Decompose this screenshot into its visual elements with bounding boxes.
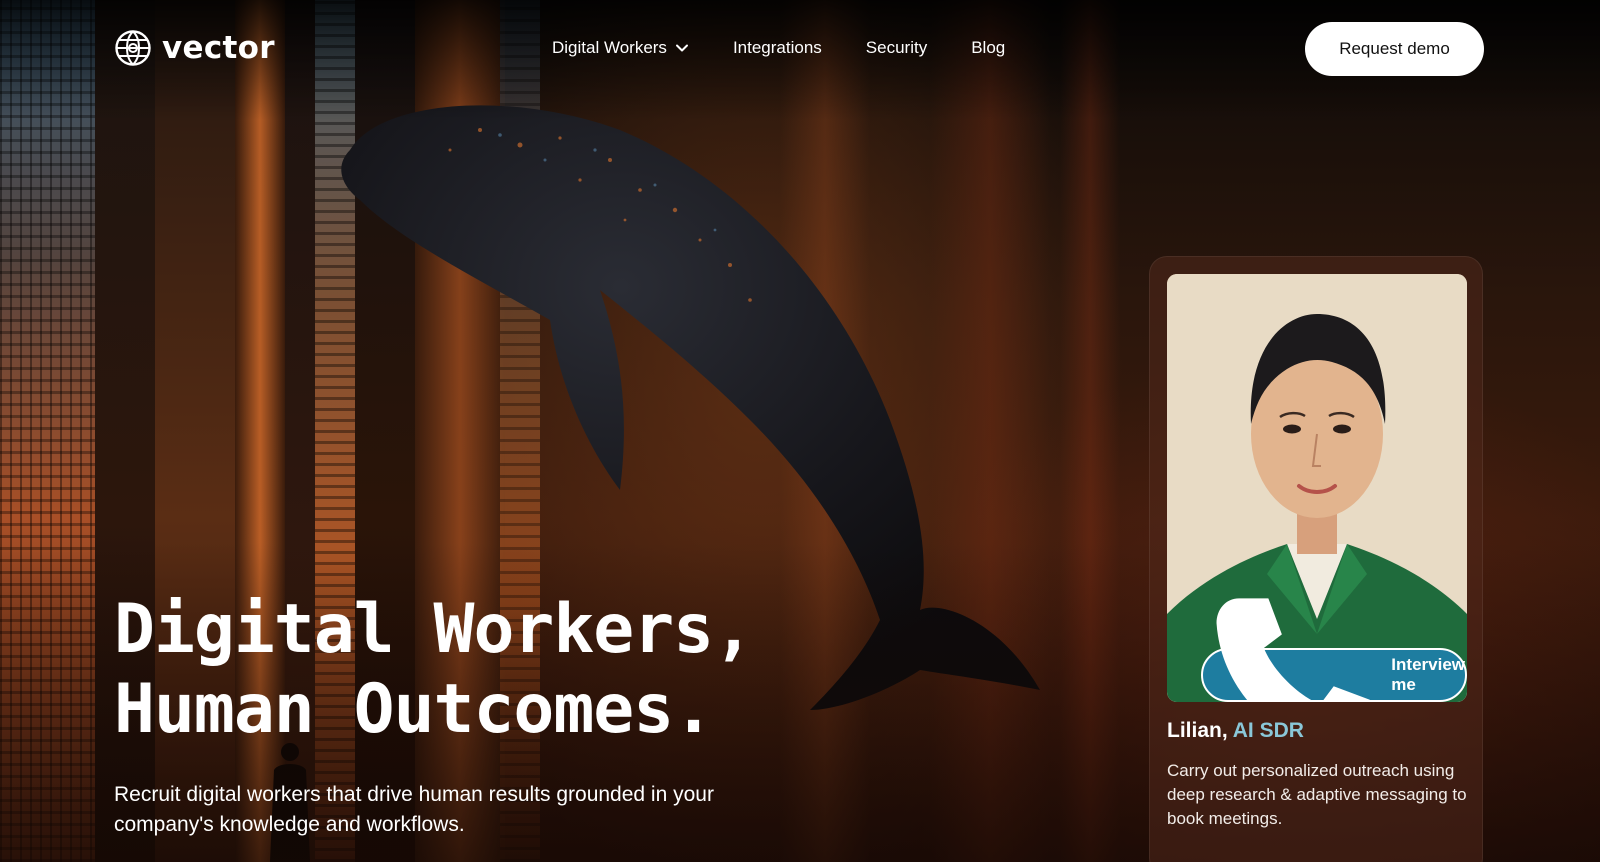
worker-role: AI SDR <box>1232 719 1304 742</box>
chevron-down-icon <box>675 44 688 52</box>
worker-portrait: Interview me <box>1167 274 1467 702</box>
brand-logo[interactable]: vector <box>114 29 275 67</box>
request-demo-button[interactable]: Request demo <box>1305 22 1484 76</box>
nav-menu: Digital Workers Integrations Security Bl… <box>552 38 1049 58</box>
nav-item-integrations[interactable]: Integrations <box>733 38 822 58</box>
digital-worker-card: Interview me Lilian, AI SDR Carry out pe… <box>1149 256 1483 862</box>
nav-item-security[interactable]: Security <box>866 38 927 58</box>
globe-grid-icon <box>115 30 151 66</box>
interview-me-label: Interview me <box>1391 655 1465 694</box>
nav-item-label: Blog <box>971 38 1006 57</box>
brand-name: vector <box>162 30 275 66</box>
headline-line-2: Human Outcomes. <box>114 670 714 749</box>
top-navigation: vector Digital Workers Integrations Secu… <box>0 0 1600 98</box>
interview-me-button[interactable]: Interview me <box>1201 598 1467 702</box>
phone-icon <box>1216 598 1370 702</box>
hero-headline: Digital Workers, Human Outcomes. <box>114 590 754 750</box>
nav-item-label: Integrations <box>732 38 822 57</box>
nav-item-blog[interactable]: Blog <box>971 38 1005 58</box>
hero-subtitle: Recruit digital workers that drive human… <box>114 783 714 836</box>
headline-line-1: Digital Workers, <box>114 590 754 669</box>
worker-name: Lilian, <box>1167 719 1228 742</box>
worker-description: Carry out personalized outreach using de… <box>1167 761 1467 828</box>
nav-item-label: Security <box>865 38 928 57</box>
nav-item-digital-workers[interactable]: Digital Workers <box>552 38 689 58</box>
worker-title: Lilian, AI SDR <box>1167 719 1304 743</box>
nav-item-label: Digital Workers <box>552 38 667 57</box>
